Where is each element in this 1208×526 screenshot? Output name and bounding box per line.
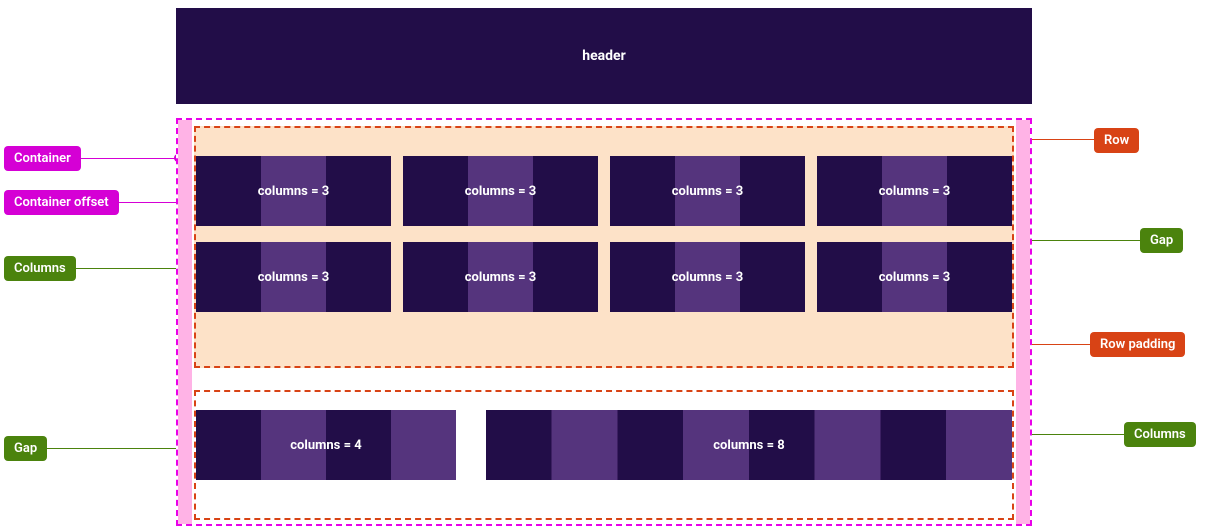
cell-label: columns = 3: [672, 184, 743, 199]
row1-cell-4: columns = 3: [817, 156, 1012, 226]
cell-label: columns = 3: [258, 270, 329, 285]
label-gap-right: Gap: [1140, 228, 1183, 253]
container-offset-right: [1016, 120, 1030, 524]
row1-cell-7: columns = 3: [610, 242, 805, 312]
row-1: columns = 3 columns = 3 columns = 3 colu…: [194, 126, 1014, 368]
cell-label: columns = 3: [879, 270, 950, 285]
row1-cell-8: columns = 3: [817, 242, 1012, 312]
line-container: [78, 158, 178, 159]
label-row-padding: Row padding: [1090, 332, 1185, 357]
label-columns-left: Columns: [4, 256, 76, 281]
row-2: columns = 4 columns = 8: [194, 390, 1014, 520]
cell-label: columns = 4: [290, 438, 361, 453]
label-container-offset: Container offset: [4, 190, 119, 215]
cell-label: columns = 3: [879, 184, 950, 199]
header: header: [176, 8, 1032, 104]
header-text: header: [582, 48, 625, 64]
row1-cell-2: columns = 3: [403, 156, 598, 226]
label-container: Container: [4, 146, 81, 171]
row2-cell-2: columns = 8: [486, 410, 1012, 480]
row1-cell-1: columns = 3: [196, 156, 391, 226]
label-row: Row: [1094, 128, 1139, 153]
row2-cell-1: columns = 4: [196, 410, 456, 480]
cell-label: columns = 3: [258, 184, 329, 199]
container-offset-left: [178, 120, 192, 524]
row1-cell-6: columns = 3: [403, 242, 598, 312]
stage: header columns = 3 columns = 3 columns =…: [176, 8, 1032, 518]
row1-cell-5: columns = 3: [196, 242, 391, 312]
cell-label: columns = 3: [465, 270, 536, 285]
cell-label: columns = 8: [713, 438, 784, 453]
label-columns-right: Columns: [1124, 422, 1196, 447]
cell-label: columns = 3: [465, 184, 536, 199]
container: columns = 3 columns = 3 columns = 3 colu…: [176, 118, 1032, 526]
row1-cell-3: columns = 3: [610, 156, 805, 226]
cell-label: columns = 3: [672, 270, 743, 285]
